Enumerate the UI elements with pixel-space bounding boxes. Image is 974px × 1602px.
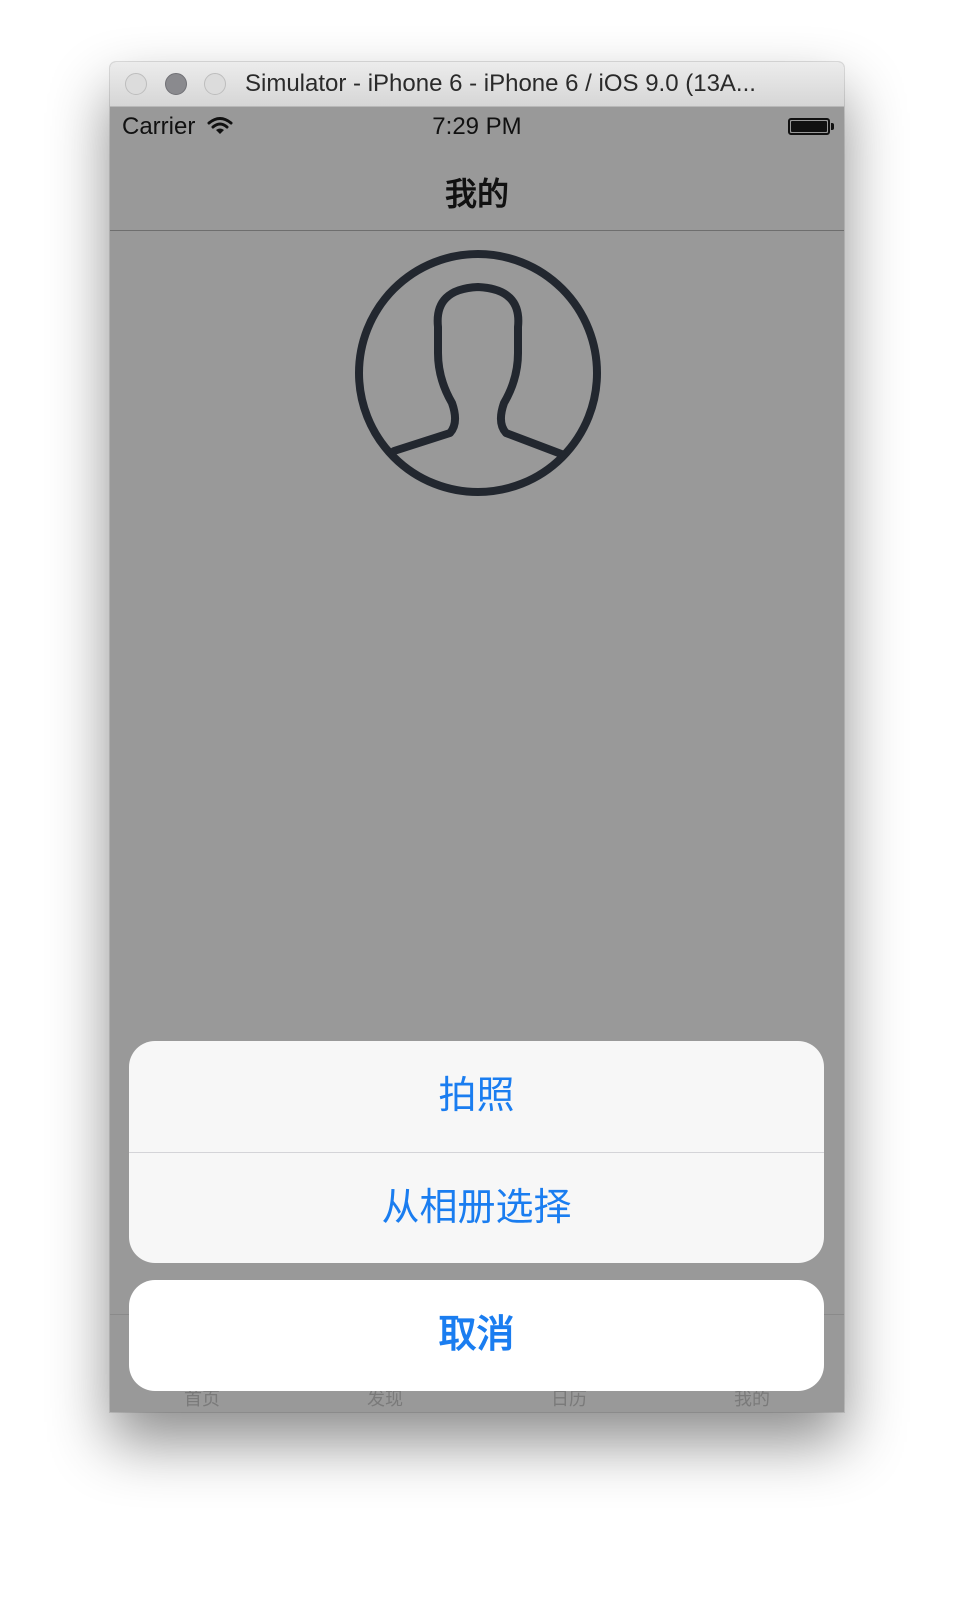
take-photo-button[interactable]: 拍照 bbox=[129, 1041, 824, 1152]
page-title: 我的 bbox=[444, 176, 509, 212]
action-sheet: 拍照 从相册选择 bbox=[129, 1041, 824, 1263]
battery-tip bbox=[831, 123, 834, 130]
simulator-window: Simulator - iPhone 6 - iPhone 6 / iOS 9.… bbox=[110, 62, 844, 1412]
status-bar: Carrier 7:29 PM bbox=[110, 107, 844, 147]
window-close-button[interactable] bbox=[125, 73, 147, 95]
battery-icon bbox=[788, 118, 830, 135]
window-zoom-button[interactable] bbox=[204, 73, 226, 95]
user-avatar-icon[interactable] bbox=[354, 249, 602, 497]
cancel-button[interactable]: 取消 bbox=[129, 1280, 824, 1391]
status-time: 7:29 PM bbox=[432, 113, 522, 140]
navigation-bar: 我的 bbox=[110, 147, 844, 231]
window-titlebar: Simulator - iPhone 6 - iPhone 6 / iOS 9.… bbox=[110, 62, 844, 107]
window-minimize-button[interactable] bbox=[165, 73, 187, 95]
battery-level bbox=[791, 121, 827, 132]
window-title: Simulator - iPhone 6 - iPhone 6 / iOS 9.… bbox=[245, 70, 756, 97]
choose-from-album-button[interactable]: 从相册选择 bbox=[129, 1152, 824, 1263]
phone-screen: Carrier 7:29 PM 我的 首页 发现 日历 我的 拍照 从相册选择 … bbox=[110, 107, 844, 1412]
